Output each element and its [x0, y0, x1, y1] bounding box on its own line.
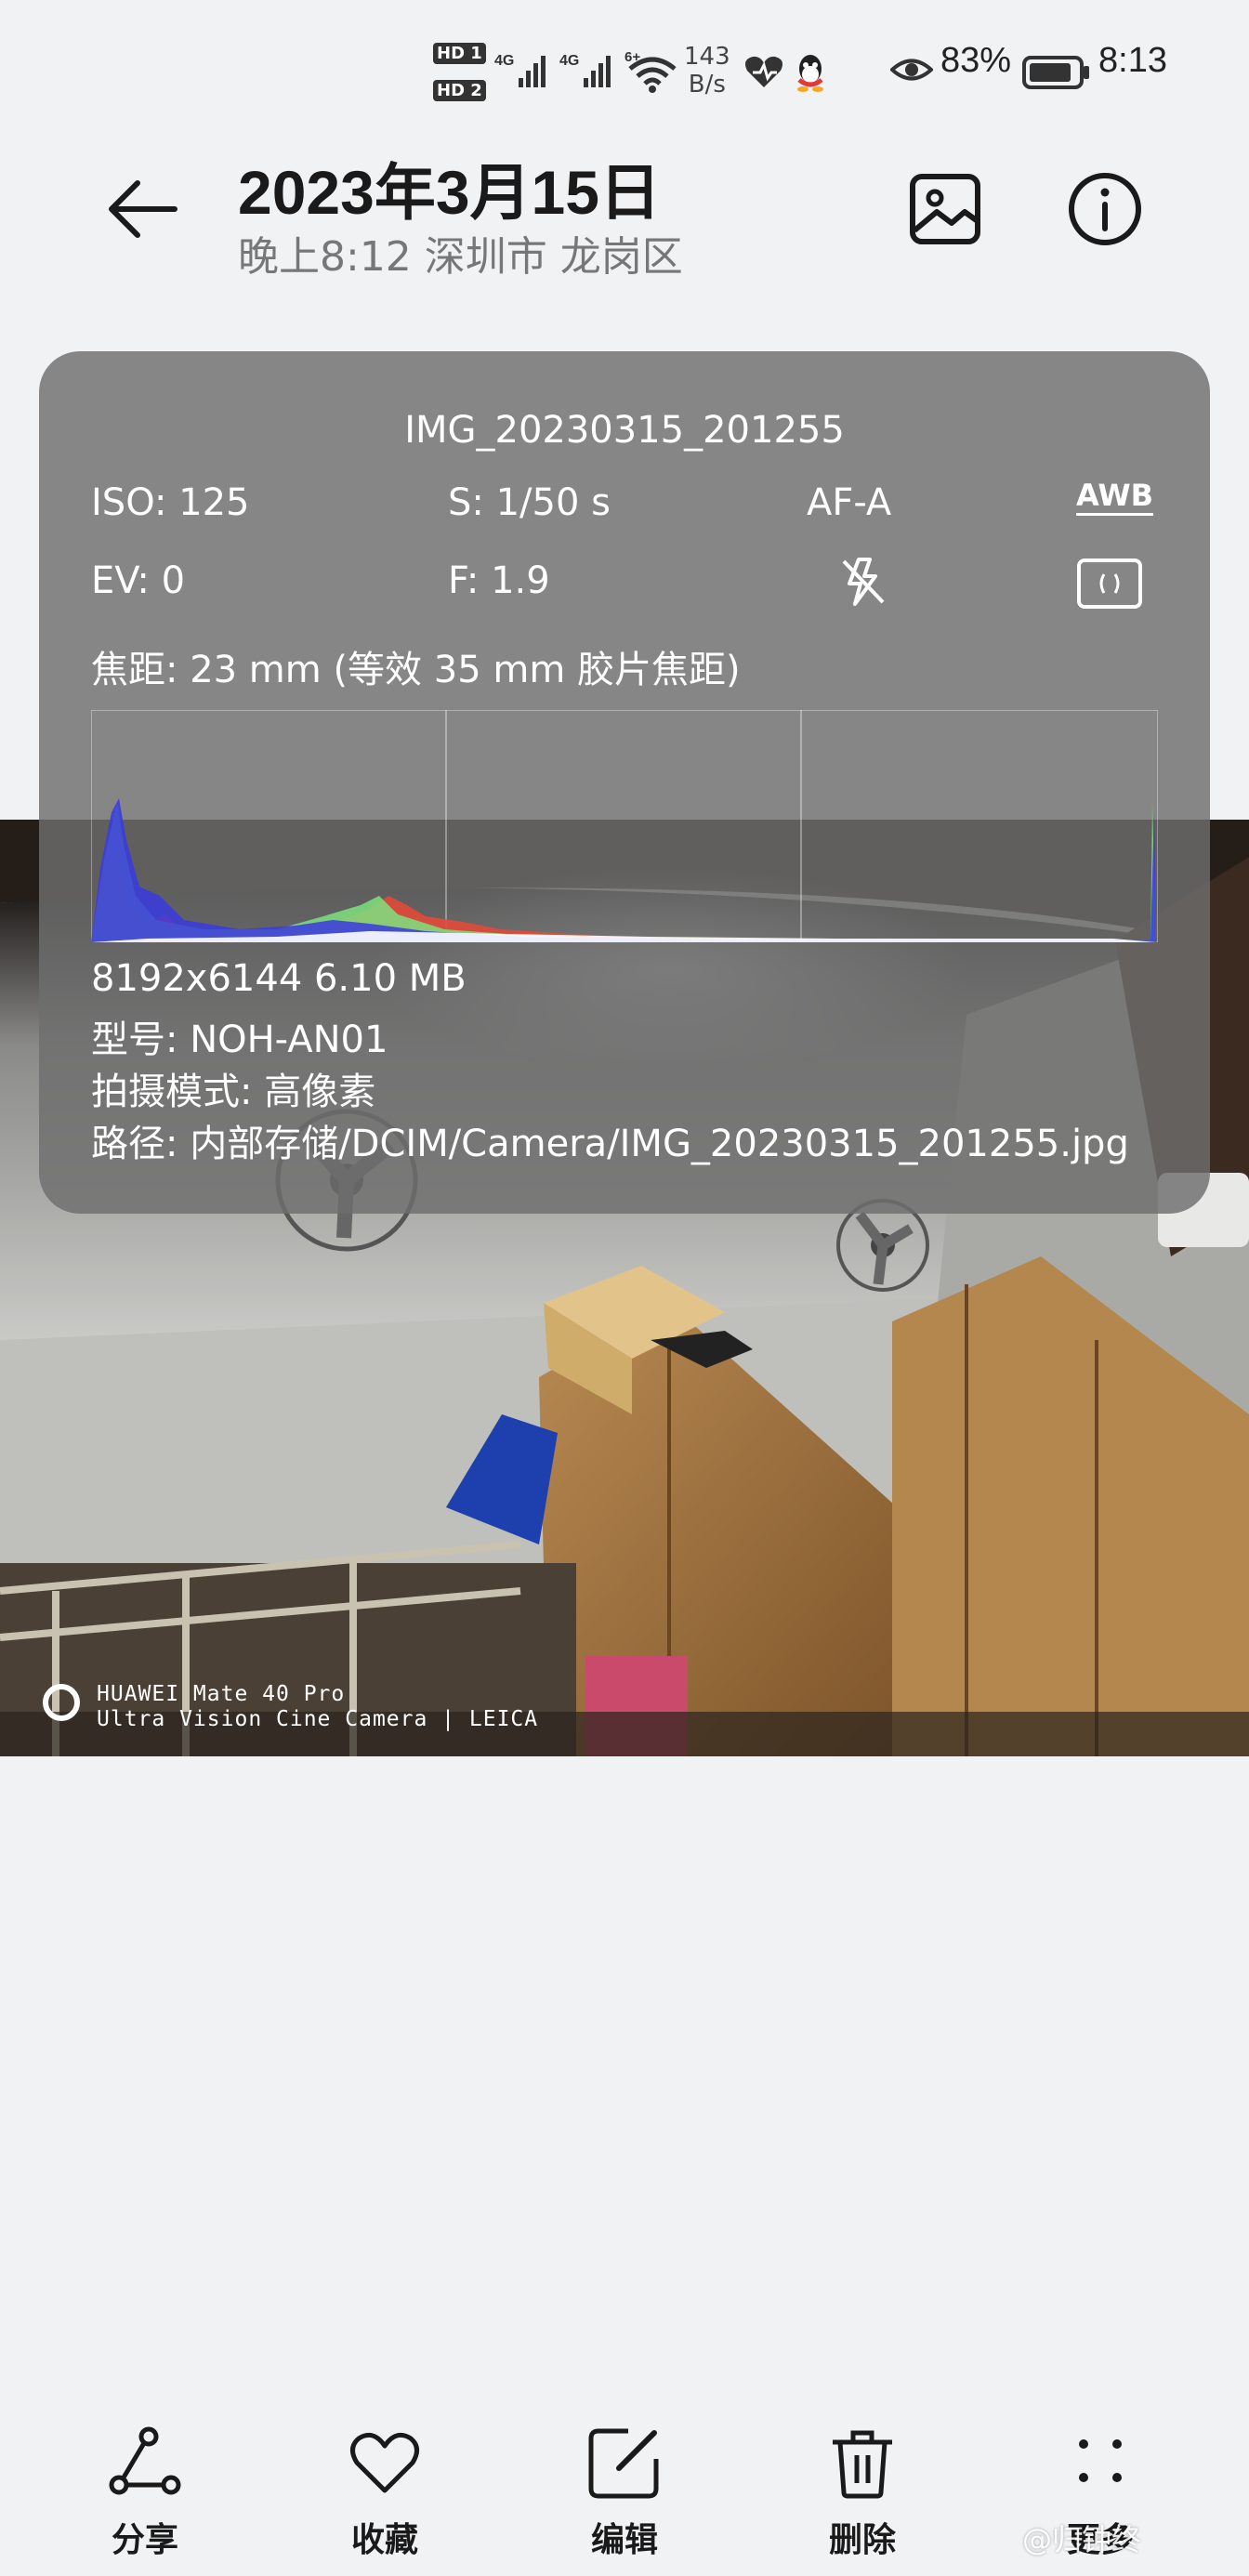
favorite-button[interactable]: 收藏 [301, 2424, 468, 2561]
af-mode: AF-A [807, 481, 892, 524]
clock: 8:13 [1098, 41, 1167, 80]
delete-button[interactable]: 删除 [779, 2424, 946, 2561]
metering-mode-icon [1077, 559, 1142, 609]
ev-value: EV: 0 [91, 559, 186, 602]
leica-ring-icon [43, 1684, 80, 1721]
wifi-icon: 6+ [624, 49, 677, 93]
model: 型号: NOH-AN01 [91, 1019, 388, 1061]
health-heart-icon [745, 56, 782, 87]
resolution-size: 8192x6144 6.10 MB [91, 957, 467, 1000]
shooting-mode: 拍摄模式: 高像素 [91, 1071, 376, 1113]
watermark-line-1: HUAWEI Mate 40 Pro [97, 1682, 346, 1706]
heart-icon [350, 2432, 419, 2493]
file-path: 路径: 内部存储/DCIM/Camera/IMG_20230315_201255… [91, 1123, 1129, 1165]
qq-icon [797, 55, 823, 92]
cell-signal-1-icon: 4G [494, 53, 546, 87]
flash-off-icon [842, 558, 885, 606]
hd1-badge: HD 1 [433, 43, 486, 64]
trash-icon [833, 2430, 892, 2499]
share-icon [109, 2426, 181, 2495]
credit-watermark: @归钟终 [1022, 2522, 1142, 2557]
hd2-badge: HD 2 [433, 80, 486, 101]
battery-icon [1022, 56, 1089, 89]
cell-signal-2-icon: 4G [559, 53, 611, 87]
file-name: IMG_20230315_201255 [404, 409, 845, 452]
white-balance: AWB [1076, 478, 1154, 513]
histogram-chart [91, 710, 1158, 942]
watermark-line-2: Ultra Vision Cine Camera | LEICA [97, 1707, 539, 1731]
svg-text:4G: 4G [494, 53, 514, 69]
image-gallery-icon[interactable] [903, 167, 987, 251]
status-bar: HD 1 HD 2 4G 4G 6+ 143 B/s 83% 8:13 [0, 0, 1249, 139]
edit-icon [588, 2428, 659, 2499]
focal-length: 焦距: 23 mm (等效 35 mm 胶片焦距) [91, 649, 741, 691]
edit-button[interactable]: 编辑 [541, 2424, 708, 2561]
page-subtitle: 晚上8:12 深圳市 龙岗区 [238, 233, 683, 281]
share-button[interactable]: 分享 [61, 2424, 229, 2561]
info-icon[interactable] [1063, 167, 1147, 251]
camera-watermark: HUAWEI Mate 40 Pro Ultra Vision Cine Cam… [41, 1680, 537, 1736]
more-icon [1079, 2439, 1122, 2482]
network-speed: 143 B/s [684, 43, 730, 99]
photo-details-panel: IMG_20230315_201255 ISO: 125 S: 1/50 s A… [39, 351, 1210, 1214]
battery-percent: 83% [940, 41, 1012, 80]
page-title: 2023年3月15日 [238, 158, 661, 227]
svg-text:4G: 4G [559, 53, 579, 69]
shutter-value: S: 1/50 s [448, 481, 611, 524]
eye-comfort-icon [890, 59, 933, 81]
iso-value: ISO: 125 [91, 481, 250, 524]
back-arrow-icon[interactable] [100, 167, 184, 251]
aperture-value: F: 1.9 [448, 559, 550, 602]
